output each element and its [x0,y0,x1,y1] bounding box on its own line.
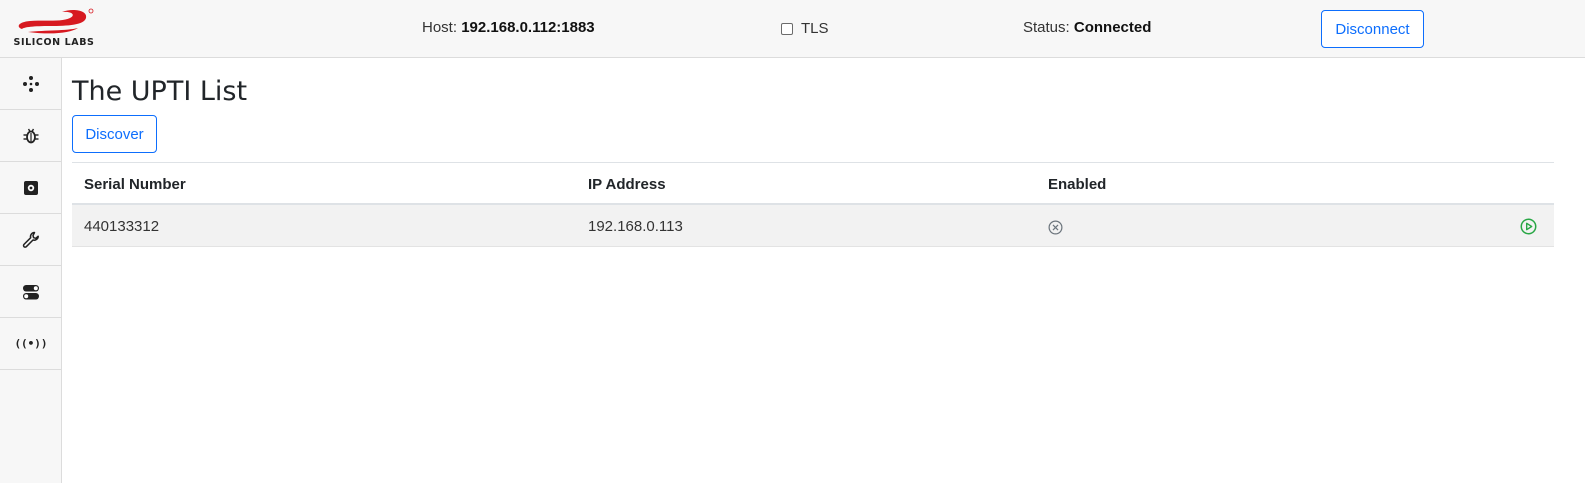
connection-status: Status: Connected [1023,19,1151,36]
settings-chip-icon [24,180,38,195]
logo-swoosh-icon [18,8,94,34]
cell-serial-number: 440133312 [84,218,160,235]
table-row: 440133312 192.168.0.113 [72,205,1554,247]
broadcast-icon: ((•)) [14,337,48,350]
disconnect-button[interactable]: Disconnect [1321,10,1424,48]
column-header-serial: Serial Number [84,176,186,193]
silicon-labs-logo: SILICON LABS [12,6,96,52]
disabled-x-circle-icon [1048,220,1063,235]
page-title: The UPTI List [72,76,248,107]
nodes-icon [23,75,39,92]
upti-table: Serial Number IP Address Enabled 4401333… [72,162,1554,247]
sidebar-item-toggles[interactable] [0,266,62,318]
column-header-enabled: Enabled [1048,176,1107,193]
sidebar-item-nodes[interactable] [0,58,62,110]
sidebar-item-settings[interactable] [0,162,62,214]
sidebar-item-tools[interactable] [0,214,62,266]
host-info: Host: 192.168.0.112:1883 [422,19,595,36]
sidebar-item-debug[interactable] [0,110,62,162]
tls-label: TLS [801,20,829,37]
sidebar-item-broadcast[interactable]: ((•)) [0,318,62,370]
logo-text: SILICON LABS [13,37,95,48]
status-value: Connected [1073,19,1152,36]
host-label: Host: [422,19,458,36]
top-bar: SILICON LABS Host: 192.168.0.112:1883 TL… [0,0,1585,58]
cell-ip-address: 192.168.0.113 [588,218,683,235]
toggles-icon [23,284,39,299]
column-header-ip: IP Address [588,176,666,193]
wrench-icon [22,231,39,248]
play-circle-icon[interactable] [1520,218,1537,235]
tls-toggle[interactable]: TLS [781,20,829,37]
status-label: Status: [1023,19,1070,36]
table-header: Serial Number IP Address Enabled [72,162,1554,205]
bug-icon [23,128,39,143]
discover-button[interactable]: Discover [72,115,157,153]
sidebar: ((•)) [0,58,62,483]
tls-checkbox[interactable] [781,23,793,35]
host-value: 192.168.0.112:1883 [461,19,595,36]
